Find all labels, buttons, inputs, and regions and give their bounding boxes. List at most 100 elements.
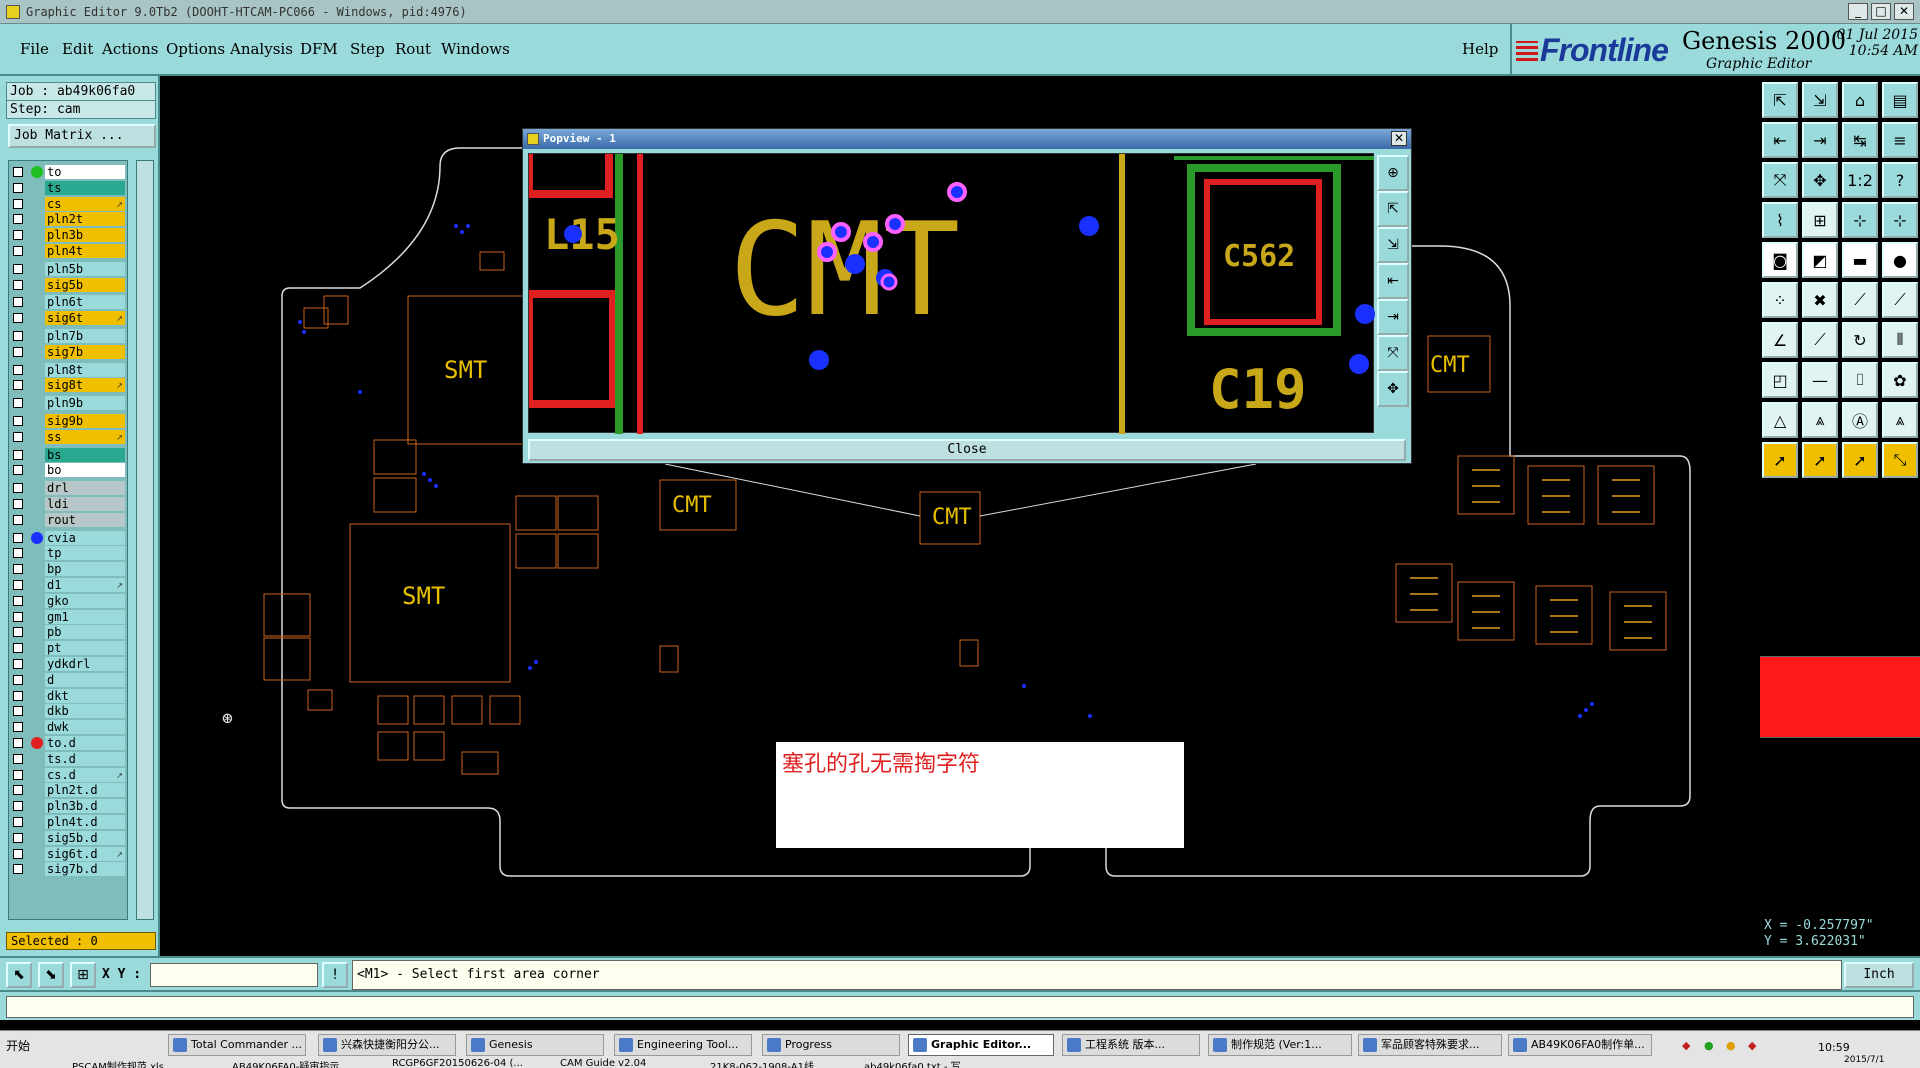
layer-checkbox[interactable] xyxy=(13,398,23,409)
layer-checkbox[interactable] xyxy=(13,611,23,622)
layer-name[interactable]: pln7b xyxy=(45,329,125,343)
layer-checkbox[interactable] xyxy=(13,214,23,225)
zoom-fit-icon[interactable]: ⤧ xyxy=(1762,162,1798,198)
layer-checkbox[interactable] xyxy=(13,532,23,543)
popview-fit-icon[interactable]: ⤧ xyxy=(1377,335,1409,371)
layer-checkbox[interactable] xyxy=(13,706,23,717)
layer-row[interactable]: pln2t xyxy=(9,212,127,227)
layer-row[interactable]: to.d xyxy=(9,736,127,750)
layer-checkbox[interactable] xyxy=(13,416,23,426)
layer-checkbox[interactable] xyxy=(13,313,23,324)
task-button[interactable]: Total Commander ... xyxy=(168,1034,306,1056)
layer-checkbox[interactable] xyxy=(13,753,23,764)
layer-name[interactable]: d xyxy=(45,672,125,687)
popview-tool-icon[interactable]: ⇲ xyxy=(1377,227,1409,263)
layer-name[interactable]: sig8t xyxy=(45,378,125,393)
layer-row[interactable]: pln8t xyxy=(9,362,127,377)
layer-name[interactable]: rout xyxy=(45,512,125,527)
layer-checkbox[interactable] xyxy=(13,548,23,559)
layer-name[interactable]: pln3b.d xyxy=(45,799,125,814)
popview-tool-icon[interactable]: ⇱ xyxy=(1377,191,1409,227)
layer-name[interactable]: sig6t xyxy=(45,311,125,326)
toolbar-button[interactable]: Ⓐ xyxy=(1842,402,1878,438)
task-row2[interactable]: ab49k06fa0.txt - 写... xyxy=(864,1058,1014,1068)
info-icon[interactable]: ! xyxy=(322,962,348,988)
toolbar-button[interactable]: ✖ xyxy=(1802,282,1838,318)
layer-row[interactable]: sig8t ↗ xyxy=(9,378,127,393)
layer-row[interactable]: to xyxy=(9,165,127,179)
tray-icon[interactable]: ◆ xyxy=(1682,1039,1690,1052)
measure-icon[interactable]: ⌇ xyxy=(1762,202,1798,238)
toolbar-button[interactable]: ⟋ xyxy=(1802,322,1838,358)
layer-name[interactable]: bs xyxy=(45,447,125,462)
menu-actions[interactable]: Actions xyxy=(102,40,158,58)
layer-name[interactable]: sig5b xyxy=(45,277,125,292)
layer-name[interactable]: sig5b.d xyxy=(45,830,125,845)
popview-tool-icon[interactable]: ⇥ xyxy=(1377,299,1409,335)
toolbar-button[interactable]: △ xyxy=(1762,402,1798,438)
toolbar-button[interactable]: ⩓ xyxy=(1802,402,1838,438)
grid-icon[interactable]: ⊞ xyxy=(1802,202,1838,238)
layer-name[interactable]: to xyxy=(45,165,125,179)
layer-row[interactable]: sig7b xyxy=(9,344,127,359)
layer-name[interactable]: drl xyxy=(45,481,125,496)
task-button[interactable]: Engineering Tool... xyxy=(614,1034,752,1056)
layer-name[interactable]: pln6t xyxy=(45,295,125,310)
layer-checkbox[interactable] xyxy=(13,514,23,525)
close-button[interactable]: ✕ xyxy=(1894,3,1914,20)
layer-row[interactable]: pln7b xyxy=(9,329,127,343)
layer-checkbox[interactable] xyxy=(13,595,23,606)
select-pointer-icon[interactable]: ➚ xyxy=(1802,442,1838,478)
layer-name[interactable]: pln2t xyxy=(45,212,125,227)
layer-checkbox[interactable] xyxy=(13,674,23,685)
tray-icon[interactable]: ◆ xyxy=(1748,1039,1756,1052)
layer-row[interactable]: pln9b xyxy=(9,396,127,411)
layer-checkbox[interactable] xyxy=(13,431,23,442)
layer-row[interactable]: bp xyxy=(9,562,127,577)
layer-name[interactable]: sig9b xyxy=(45,414,125,428)
toolbar-button[interactable]: ◩ xyxy=(1802,242,1838,278)
task-button[interactable]: 制作规范 (Ver:1... xyxy=(1208,1034,1352,1056)
layer-row[interactable]: sig6t ↗ xyxy=(9,311,127,326)
layer-scrollbar[interactable] xyxy=(136,160,154,920)
layer-name[interactable]: pln4t xyxy=(45,244,125,258)
task-row2[interactable]: AB49K06FA0-疑审指示... xyxy=(232,1058,372,1068)
layer-checkbox[interactable] xyxy=(13,801,23,812)
zoom-area-icon[interactable]: ⬉ xyxy=(6,962,32,988)
toolbar-button[interactable]: ● xyxy=(1882,242,1918,278)
layer-row[interactable]: ts.d xyxy=(9,751,127,766)
toolbar-button[interactable]: ⟋ xyxy=(1882,282,1918,318)
zoom-area-icon[interactable]: ⬊ xyxy=(38,962,64,988)
scale-1-2-button[interactable]: 1:2 xyxy=(1842,162,1878,198)
layer-row[interactable]: pln5b xyxy=(9,261,127,276)
task-button[interactable]: 军品顾客特殊要求... xyxy=(1358,1034,1502,1056)
layer-name[interactable]: cvia xyxy=(45,530,125,545)
layer-checkbox[interactable] xyxy=(13,380,23,391)
layer-checkbox[interactable] xyxy=(13,864,23,875)
layer-checkbox[interactable] xyxy=(13,346,23,357)
layer-row[interactable]: d1 ↗ xyxy=(9,578,127,592)
menu-windows[interactable]: Windows xyxy=(441,40,510,58)
layer-name[interactable]: cs.d xyxy=(45,767,125,782)
maximize-button[interactable]: □ xyxy=(1871,3,1891,20)
task-button[interactable]: Progress xyxy=(762,1034,900,1056)
layer-row[interactable]: rout xyxy=(9,512,127,527)
popview-close-icon[interactable]: ✕ xyxy=(1391,131,1407,146)
toolbar-button[interactable]: ◰ xyxy=(1762,362,1798,398)
layer-checkbox[interactable] xyxy=(13,263,23,274)
toolbar-button[interactable]: ∠ xyxy=(1762,322,1798,358)
layer-checkbox[interactable] xyxy=(13,246,23,256)
layer-row[interactable]: pb xyxy=(9,625,127,640)
board-minimap[interactable] xyxy=(1760,656,1920,738)
popview-zoom-in-icon[interactable]: ⊕ xyxy=(1377,155,1409,191)
job-matrix-button[interactable]: Job Matrix ... xyxy=(8,124,156,148)
toolbar-button[interactable]: ▬ xyxy=(1842,242,1878,278)
layer-checkbox[interactable] xyxy=(13,483,23,494)
layer-name[interactable]: pln3b xyxy=(45,228,125,243)
toolbar-button[interactable]: ⁘ xyxy=(1762,282,1798,318)
layer-row[interactable]: sig7b.d xyxy=(9,862,127,877)
units-button[interactable]: Inch xyxy=(1844,962,1914,988)
layer-row[interactable]: pln4t xyxy=(9,244,127,258)
layer-name[interactable]: pt xyxy=(45,641,125,656)
layer-row[interactable]: pln6t xyxy=(9,295,127,310)
